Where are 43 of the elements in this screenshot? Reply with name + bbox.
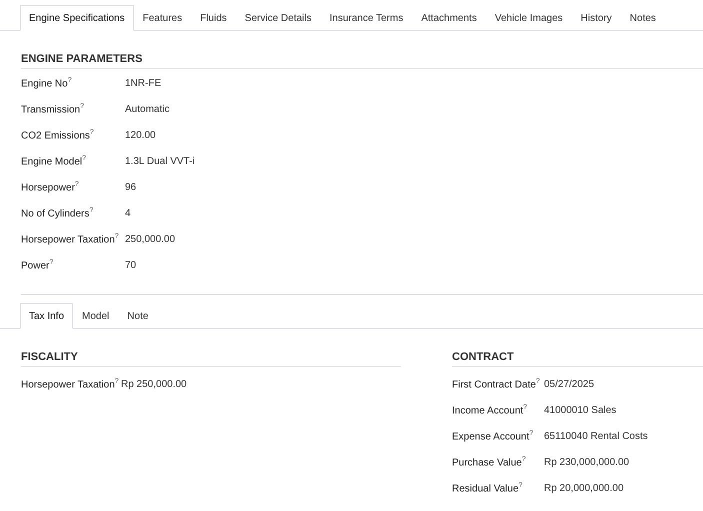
field-label: Residual Value$^{?}$ (452, 482, 524, 494)
field-label: Horsepower Taxation$^{?}$ (21, 378, 120, 390)
tab[interactable]: Vehicle Images (486, 5, 572, 31)
field-label: First Contract Date$^{?}$ (452, 378, 541, 390)
tab[interactable]: Service Details (236, 5, 320, 31)
field-label: Income Account$^{?}$ (452, 404, 528, 416)
tab[interactable]: Fluids (191, 5, 236, 31)
tab[interactable]: Tax Info (20, 303, 74, 329)
field-label: CO2 Emissions$^{?}$ (21, 128, 95, 142)
section-title: FISCALITY (21, 351, 401, 367)
field-label: Transmission$^{?}$ (21, 102, 85, 116)
tab[interactable]: Features (134, 5, 192, 31)
field-value: 65110040 Rental Costs (544, 430, 648, 442)
tab[interactable]: Engine Specifications (20, 5, 134, 31)
field-label: Expense Account$^{?}$ (452, 430, 534, 442)
tab[interactable]: Notes (620, 5, 665, 31)
field-label: Engine Model$^{?}$ (21, 154, 88, 168)
field-value: Automatic (125, 104, 170, 114)
field-value: 4 (125, 208, 131, 218)
tab[interactable]: Note (118, 303, 158, 329)
field-label: Horsepower$^{?}$ (21, 180, 80, 194)
field-value: 1NR-FE (125, 78, 162, 88)
field-label: No of Cylinders$^{?}$ (21, 206, 94, 220)
field-value: 1.3L Dual VVT-i (125, 156, 195, 166)
tab[interactable]: Attachments (412, 5, 486, 31)
section-title: ENGINE PARAMETERS (21, 53, 703, 69)
field-label: Purchase Value$^{?}$ (452, 456, 527, 468)
tab[interactable]: Insurance Terms (320, 5, 412, 31)
field-label: Horsepower Taxation$^{?}$ (21, 232, 120, 246)
field-value: Rp 230,000,000.00 (544, 456, 630, 468)
field-value: 41000010 Sales (544, 404, 616, 416)
field-value: 120.00 (125, 130, 156, 140)
field-label: Power$^{?}$ (21, 258, 54, 272)
tab[interactable]: Model (73, 303, 118, 329)
field-value: 250,000.00 (125, 234, 176, 244)
field-value: 96 (125, 182, 136, 192)
tab[interactable]: History (572, 5, 621, 31)
section-title: CONTRACT (452, 351, 703, 367)
field-label: Engine No$^{?}$ (21, 76, 73, 90)
field-value: Rp 250,000.00 (121, 378, 187, 390)
field-value: 70 (125, 260, 136, 270)
field-value: Rp 20,000,000.00 (544, 482, 624, 494)
field-value: 05/27/2025 (544, 378, 594, 390)
